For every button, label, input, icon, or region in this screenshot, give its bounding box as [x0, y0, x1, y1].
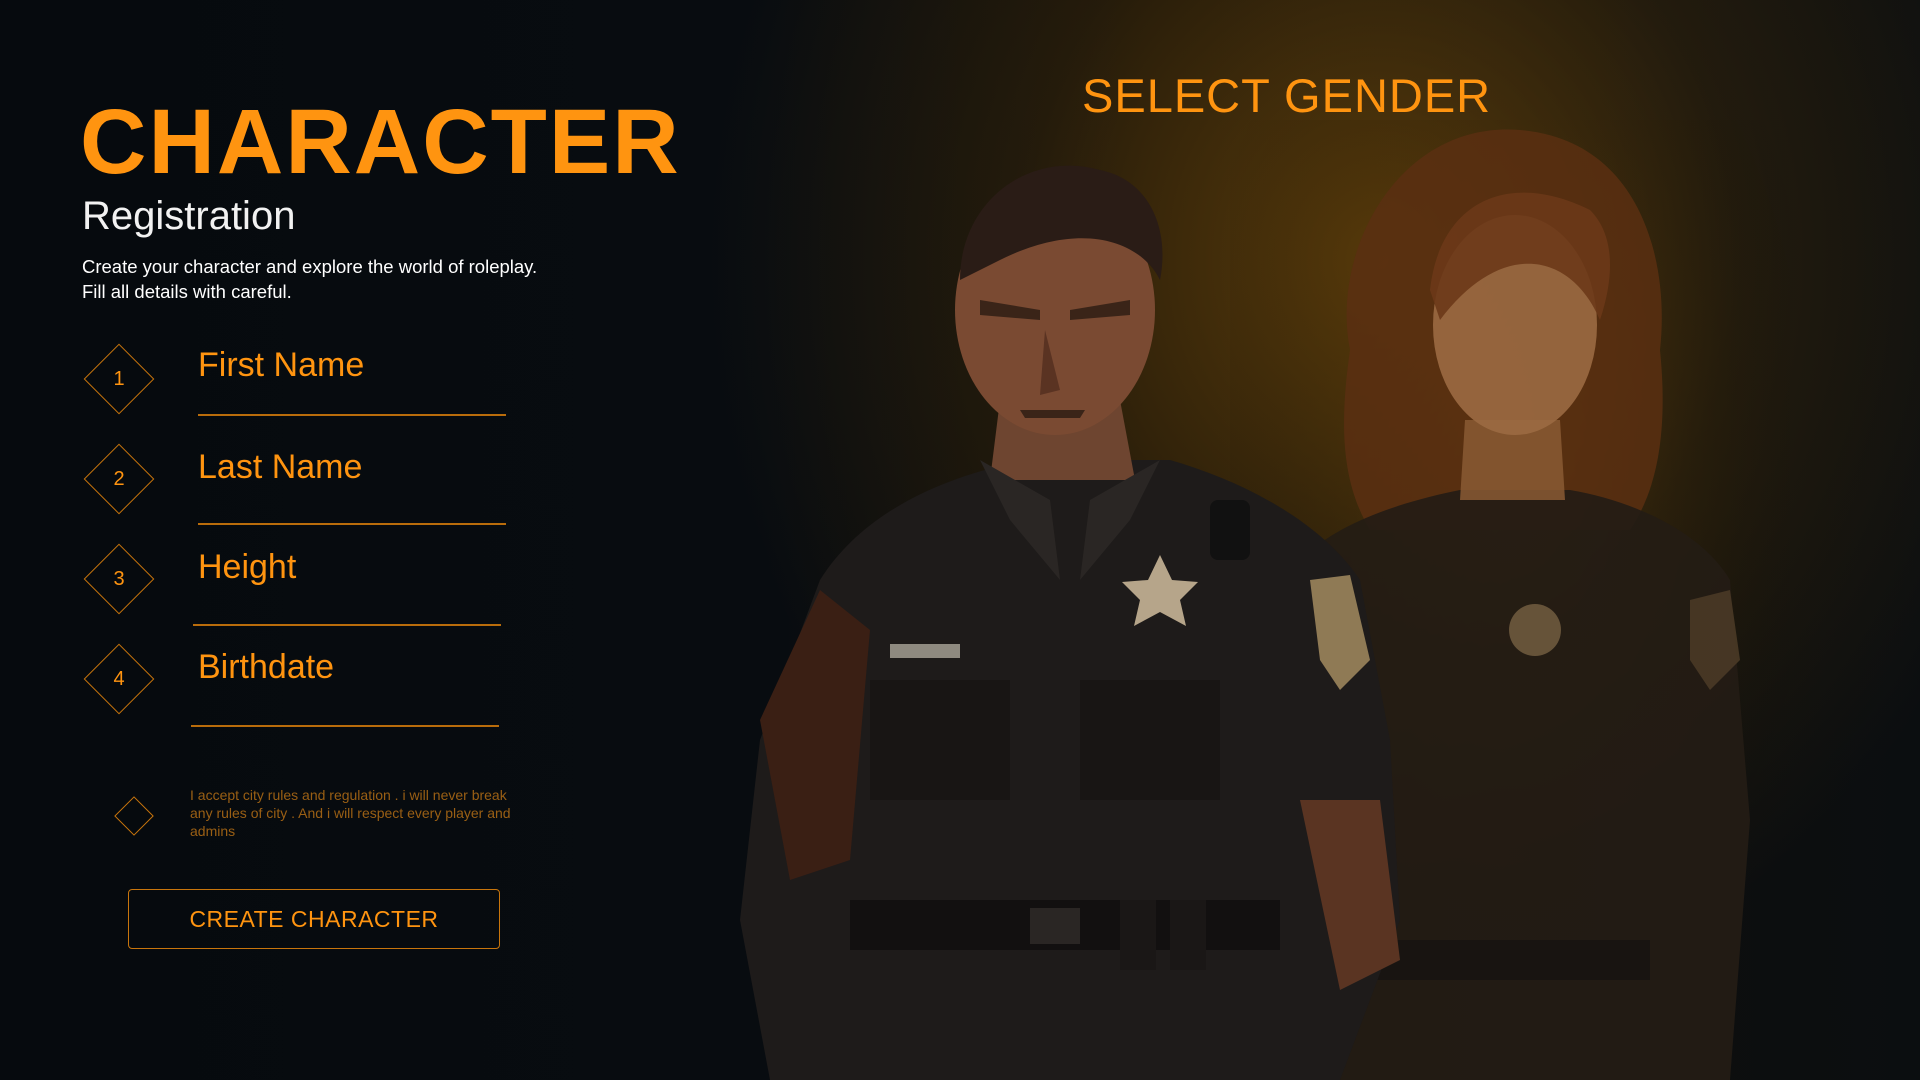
step-number: 2: [113, 467, 125, 490]
step-number: 3: [113, 567, 125, 590]
male-police-officer-icon: [740, 165, 1400, 1080]
male-character-option[interactable]: [740, 160, 1430, 1080]
create-character-button[interactable]: CREATE CHARACTER: [128, 889, 500, 949]
step-number: 1: [113, 367, 125, 390]
last-name-input[interactable]: [198, 448, 508, 487]
page-description: Create your character and explore the wo…: [82, 254, 537, 304]
description-line-2: Fill all details with careful.: [82, 281, 292, 302]
page-title: CHARACTER: [80, 91, 681, 193]
input-underline: [198, 414, 506, 416]
last-name-field: 2: [82, 443, 512, 544]
height-field: 3: [82, 543, 512, 644]
select-gender-title: SELECT GENDER: [1082, 69, 1492, 122]
accept-rules: I accept city rules and regulation . i w…: [112, 786, 512, 846]
birthdate-input[interactable]: [198, 648, 508, 687]
accept-rules-text: I accept city rules and regulation . i w…: [190, 787, 511, 839]
input-underline: [198, 523, 506, 525]
description-line-1: Create your character and explore the wo…: [82, 256, 538, 277]
step-number: 4: [113, 667, 125, 690]
input-underline: [191, 725, 499, 727]
input-underline: [193, 624, 501, 626]
first-name-field: 1: [82, 343, 512, 444]
height-input[interactable]: [198, 548, 508, 587]
birthdate-field: 4: [82, 643, 512, 744]
accept-rules-checkbox[interactable]: [114, 796, 154, 836]
page-subtitle: Registration: [82, 194, 296, 238]
character-registration-screen: CHARACTER Registration Create your chara…: [0, 0, 1920, 1080]
first-name-input[interactable]: [198, 346, 508, 385]
